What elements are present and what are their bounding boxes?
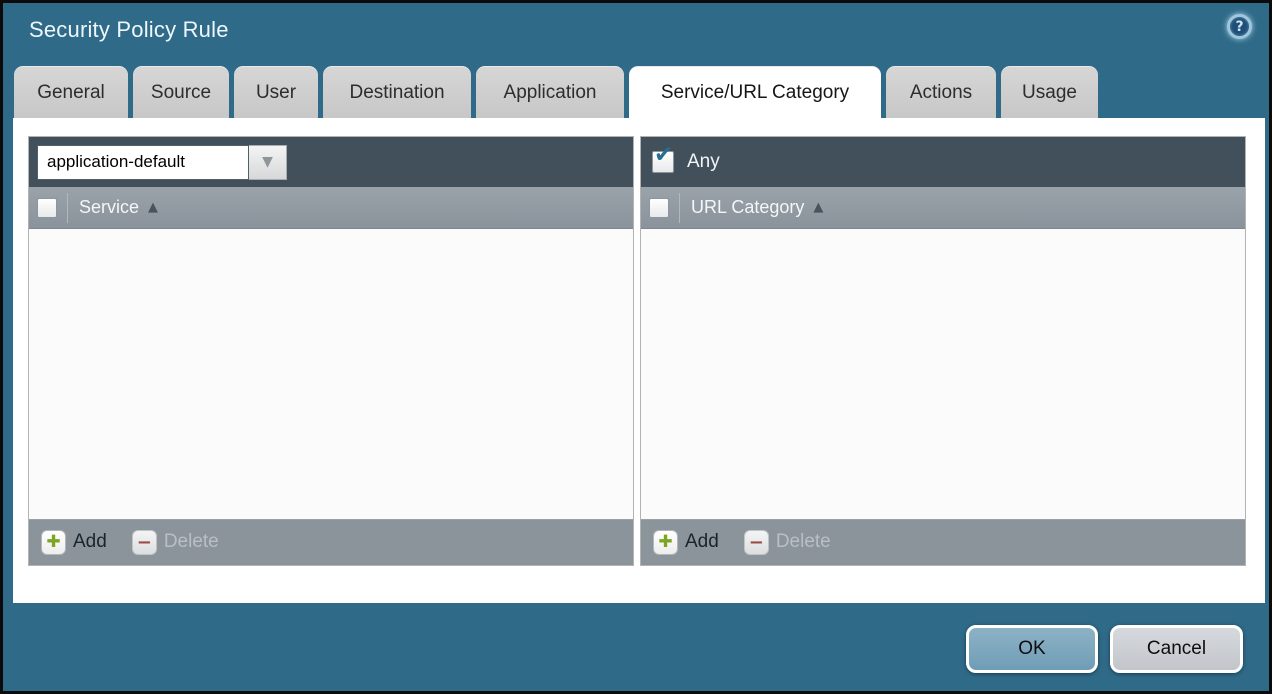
url-category-column-label: URL Category xyxy=(691,197,804,218)
tab-destination[interactable]: Destination xyxy=(323,66,471,118)
chevron-down-icon: ▼ xyxy=(262,154,273,170)
security-policy-rule-dialog: { "dialog": { "title": "Security Policy … xyxy=(0,0,1272,694)
sort-ascending-icon[interactable]: ▲ xyxy=(813,200,823,215)
delete-button-label: Delete xyxy=(776,531,831,553)
url-category-select-all-checkbox[interactable] xyxy=(649,198,669,218)
minus-icon: − xyxy=(132,530,157,555)
url-category-add-button[interactable]: ✚ Add xyxy=(653,530,719,555)
url-category-column-header: URL Category ▲ xyxy=(641,187,1245,229)
sort-ascending-icon[interactable]: ▲ xyxy=(148,200,158,215)
add-button-label: Add xyxy=(685,531,719,553)
service-panel-toolbar: application-default ▼ xyxy=(29,137,633,187)
url-category-panel-footer: ✚ Add − Delete xyxy=(641,519,1245,565)
tab-content-service-url-category: application-default ▼ Service ▲ ✚ Add − … xyxy=(13,118,1265,603)
tab-source[interactable]: Source xyxy=(133,66,229,118)
minus-icon: − xyxy=(744,530,769,555)
url-category-delete-button[interactable]: − Delete xyxy=(744,530,831,555)
column-divider xyxy=(679,193,680,223)
tab-application[interactable]: Application xyxy=(476,66,624,118)
service-type-dropdown-value[interactable]: application-default xyxy=(37,145,249,180)
service-panel-footer: ✚ Add − Delete xyxy=(29,519,633,565)
service-select-all-checkbox[interactable] xyxy=(37,198,57,218)
ok-button[interactable]: OK xyxy=(966,625,1098,673)
dialog-title: Security Policy Rule xyxy=(29,17,229,43)
tab-user[interactable]: User xyxy=(234,66,318,118)
any-row: ✔ Any xyxy=(649,151,720,173)
tab-service-url-category[interactable]: Service/URL Category xyxy=(629,66,881,118)
cancel-button[interactable]: Cancel xyxy=(1110,625,1243,673)
plus-icon: ✚ xyxy=(41,530,66,555)
service-column-label: Service xyxy=(79,197,139,218)
service-panel: application-default ▼ Service ▲ ✚ Add − … xyxy=(28,136,634,566)
delete-button-label: Delete xyxy=(164,531,219,553)
any-checkbox[interactable]: ✔ xyxy=(652,151,674,173)
url-category-panel-toolbar: ✔ Any xyxy=(641,137,1245,187)
column-divider xyxy=(67,193,68,223)
plus-icon: ✚ xyxy=(653,530,678,555)
add-button-label: Add xyxy=(73,531,107,553)
help-icon[interactable]: ? xyxy=(1227,14,1252,39)
tab-general[interactable]: General xyxy=(14,66,128,118)
url-category-list xyxy=(641,229,1245,519)
check-icon: ✔ xyxy=(654,144,673,167)
service-delete-button[interactable]: − Delete xyxy=(132,530,219,555)
tab-actions[interactable]: Actions xyxy=(886,66,996,118)
tab-usage[interactable]: Usage xyxy=(1001,66,1098,118)
url-category-panel: ✔ Any URL Category ▲ ✚ Add − Delete xyxy=(640,136,1246,566)
service-add-button[interactable]: ✚ Add xyxy=(41,530,107,555)
any-label: Any xyxy=(687,151,720,173)
tab-bar: General Source User Destination Applicat… xyxy=(14,66,1098,118)
service-column-header: Service ▲ xyxy=(29,187,633,229)
service-type-dropdown-button[interactable]: ▼ xyxy=(249,145,287,180)
service-list xyxy=(29,229,633,519)
service-type-dropdown: application-default ▼ xyxy=(37,145,287,180)
